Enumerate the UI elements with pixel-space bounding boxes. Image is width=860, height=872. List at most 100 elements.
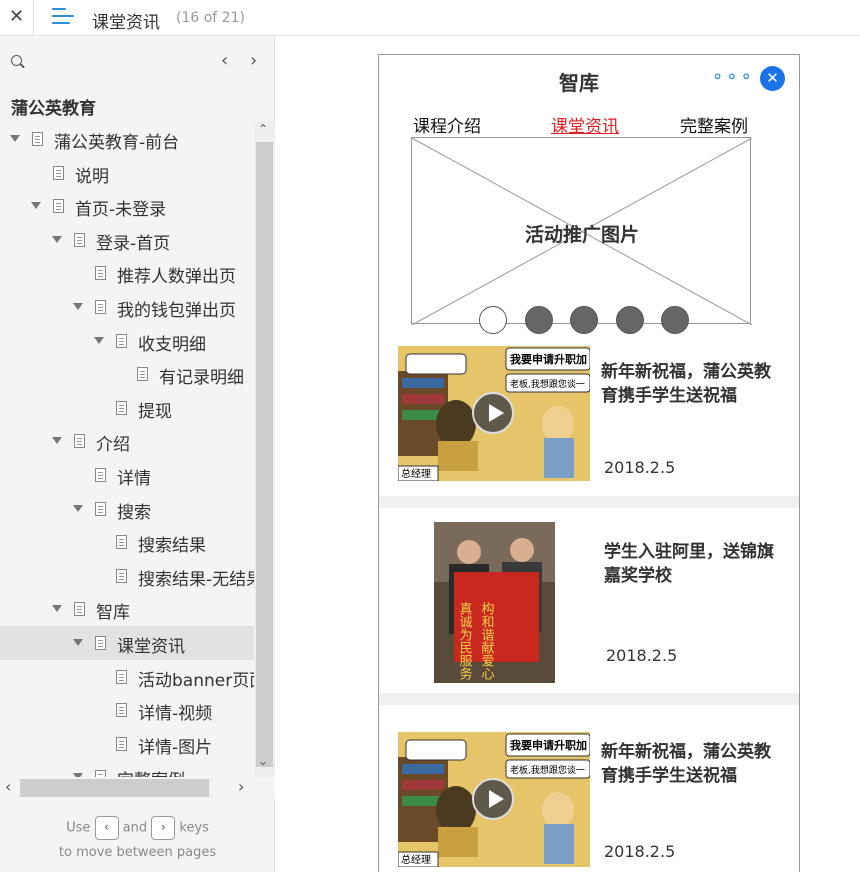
news-item[interactable]: 总经理 我要申请升职加 老板,我想跟您谈一 新年新祝福，蒲公英教育携手学生送祝福… <box>379 731 799 872</box>
scrollbar-thumb[interactable] <box>256 142 273 767</box>
page-icon <box>95 300 106 314</box>
expand-arrow-icon[interactable] <box>73 504 83 512</box>
vertical-scrollbar[interactable]: ⌃ ⌄ <box>254 122 275 784</box>
tree-item[interactable]: 说明 <box>0 156 254 190</box>
tree-item-label: 课堂资讯 <box>117 637 185 657</box>
play-icon[interactable] <box>472 778 514 820</box>
tree-item-label: 活动banner页面 <box>138 670 254 691</box>
page-icon <box>95 636 106 650</box>
tab-classroom-news[interactable]: 课堂资讯 <box>551 112 619 137</box>
close-icon[interactable]: ✕ <box>760 66 785 91</box>
tree-item-label: 详情-视频 <box>138 704 213 725</box>
scroll-right-icon[interactable]: › <box>238 777 244 796</box>
news-title: 新年新祝福，蒲公英教育携手学生送祝福 <box>601 362 771 406</box>
tree-item-label: 详情-图片 <box>138 737 213 758</box>
tree-item[interactable]: 收支明细 <box>0 324 254 358</box>
tree-item[interactable]: 搜索结果-无结果 <box>0 559 254 593</box>
carousel-dot[interactable] <box>615 306 644 334</box>
tree-item-label: 收支明细 <box>138 334 206 355</box>
page-icon <box>74 232 85 247</box>
tree-item[interactable]: 有记录明细 <box>0 357 254 391</box>
banner-label: 活动推广图片 <box>524 224 639 246</box>
carousel-dot[interactable] <box>661 306 689 334</box>
photo-thumbnail: 真诚为民服务 构和谐献爱心 <box>434 522 555 683</box>
tree-item-label: 详情 <box>117 469 151 489</box>
tree-item[interactable]: 详情 <box>0 458 254 492</box>
news-item[interactable]: 总经理 我要申请升职加 老板,我想跟您谈一 新年新祝福，蒲公英教育携手学生送祝福… <box>379 345 799 495</box>
tree-item[interactable]: 详情-视频 <box>0 693 254 727</box>
divider <box>379 693 799 705</box>
page-icon <box>95 468 106 482</box>
next-page-button[interactable]: › <box>250 50 257 71</box>
tree-item-label: 蒲公英教育-前台 <box>54 133 180 153</box>
expand-arrow-icon[interactable] <box>10 135 20 142</box>
page-tree: 蒲公英教育-前台说明 首页-未登录登录-首页 推荐人数弹出页我的钱包弹出页收支明细有… <box>0 122 254 784</box>
tree-item[interactable]: 智库 <box>0 592 254 626</box>
horizontal-scrollbar-thumb[interactable] <box>20 779 209 797</box>
page-icon <box>116 703 127 718</box>
thumbnail-sign: 总经理 <box>401 853 431 866</box>
tree-item[interactable]: 介绍 <box>0 424 254 458</box>
expand-arrow-icon[interactable] <box>73 303 83 310</box>
thumbnail-sign: 总经理 <box>401 467 431 480</box>
project-title: 蒲公英教育 <box>11 99 96 119</box>
scroll-left-icon[interactable]: ‹ <box>5 777 11 796</box>
tree-item-label: 登录-首页 <box>96 233 171 254</box>
tree-item[interactable]: 我的钱包弹出页 <box>0 290 254 324</box>
menu-icon[interactable] <box>52 8 74 28</box>
tree-item[interactable]: 推荐人数弹出页 <box>0 256 254 290</box>
tree-item[interactable]: 搜索结果 <box>0 525 254 559</box>
tree-item-label: 智库 <box>96 603 130 624</box>
page-icon <box>53 199 64 214</box>
news-item[interactable]: 真诚为民服务 构和谐献爱心 学生入驻阿里，送锦旗嘉奖学校 2018.2.5 <box>379 520 799 683</box>
hint-line2: to move between pages <box>58 844 217 860</box>
tab-full-cases[interactable]: 完整案例 <box>680 112 748 137</box>
more-icon[interactable]: ∘∘∘ <box>712 66 755 87</box>
expand-arrow-icon[interactable] <box>31 202 41 210</box>
tree-item[interactable]: 蒲公英教育-前台 <box>0 122 254 156</box>
news-title: 学生入驻阿里，送锦旗嘉奖学校 <box>604 542 774 586</box>
tree-item-label: 介绍 <box>96 435 130 456</box>
close-icon[interactable]: ✕ <box>0 0 34 36</box>
page-icon <box>74 434 85 449</box>
tree-item-label: 搜索结果-无结果 <box>138 569 254 590</box>
expand-arrow-icon[interactable] <box>94 336 104 344</box>
previous-page-button[interactable]: ‹ <box>221 50 228 71</box>
tree-item[interactable]: 首页-未登录 <box>0 189 254 223</box>
news-date: 2018.2.5 <box>604 842 676 861</box>
banner-placeholder[interactable]: 活动推广图片 <box>411 137 752 325</box>
page-count: (16 of 21) <box>176 10 245 26</box>
expand-arrow-icon[interactable] <box>73 639 83 646</box>
scroll-up-icon[interactable]: ⌃ <box>258 122 268 136</box>
tree-item[interactable]: 提现 <box>0 391 254 425</box>
carousel-dot[interactable] <box>524 306 553 334</box>
page-icon <box>53 165 64 180</box>
tree-item[interactable]: 详情-图片 <box>0 727 254 761</box>
page-icon <box>95 501 106 516</box>
expand-arrow-icon[interactable] <box>52 437 62 445</box>
scroll-down-icon[interactable]: ⌄ <box>258 754 268 768</box>
page-icon <box>137 367 148 382</box>
search-icon[interactable] <box>11 55 22 66</box>
tree-item-label: 搜索 <box>117 502 151 523</box>
tree-item-label: 说明 <box>75 166 109 187</box>
expand-arrow-icon[interactable] <box>52 235 62 243</box>
expand-arrow-icon[interactable] <box>52 605 62 613</box>
page-icon <box>116 535 127 550</box>
tree-item[interactable]: 登录-首页 <box>0 223 254 257</box>
tree-item[interactable]: 课堂资讯 <box>0 626 254 660</box>
horizontal-scrollbar[interactable]: ‹ › <box>0 777 275 799</box>
play-icon[interactable] <box>472 392 514 434</box>
tab-course-intro[interactable]: 课程介绍 <box>413 112 481 137</box>
tree-item-label: 我的钱包弹出页 <box>117 301 236 321</box>
carousel-dot[interactable] <box>479 306 507 334</box>
tree-item[interactable]: 活动banner页面 <box>0 660 254 694</box>
news-date: 2018.2.5 <box>606 646 678 665</box>
page-icon <box>116 736 127 751</box>
page-title: 课堂资讯 <box>92 13 160 33</box>
page-icon <box>95 266 106 281</box>
tree-item[interactable]: 搜索 <box>0 492 254 526</box>
thumbnail-caption: 老板,我想跟您谈一 <box>510 378 585 390</box>
carousel-dot[interactable] <box>570 306 598 334</box>
tree-item-label: 搜索结果 <box>138 536 206 557</box>
